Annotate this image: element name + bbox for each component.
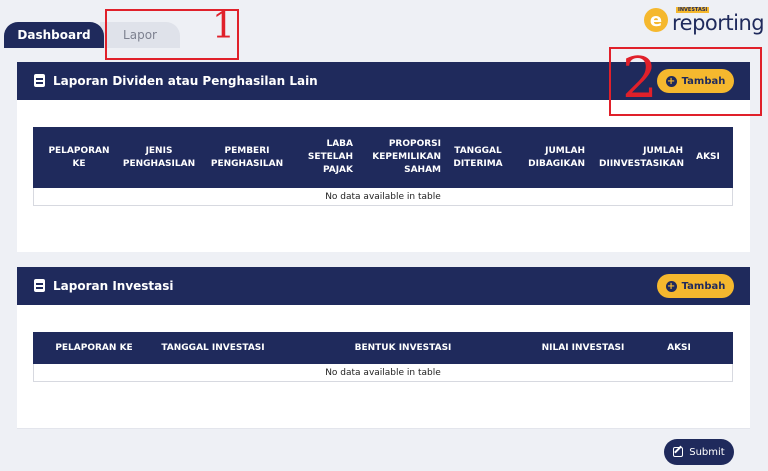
col-tanggal-diterima[interactable]: TANGGAL DITERIMA [451, 145, 505, 171]
dividen-table-header: PELAPORAN KE JENIS PENGHASILAN PEMBERI PENG… [33, 127, 733, 188]
col-pelaporan-ke[interactable]: PELAPORAN KE [49, 342, 139, 355]
investasi-add-button[interactable]: + Tambah [657, 274, 734, 298]
investasi-table: PELAPORAN KE TANGGAL INVESTASI BENTUK IN… [33, 332, 733, 382]
col-aksi[interactable]: AKSI [659, 342, 699, 355]
col-pemberi-penghasilan[interactable]: PEMBERI PENGHASILAN [205, 145, 289, 171]
col-jumlah-dibagikan[interactable]: JUMLAH DIBAGIKAN [523, 145, 585, 171]
col-aksi[interactable]: AKSI [693, 151, 723, 164]
logo-text: reporting [672, 11, 765, 35]
investasi-table-header: PELAPORAN KE TANGGAL INVESTASI BENTUK IN… [33, 332, 733, 364]
tab-dashboard-label: Dashboard [17, 28, 91, 42]
plus-circle-icon: + [665, 280, 677, 292]
logo-mark: e [644, 8, 668, 32]
dividen-table: PELAPORAN KE JENIS PENGHASILAN PEMBERI PENG… [33, 127, 733, 206]
col-nilai-investasi[interactable]: NILAI INVESTASI [533, 342, 633, 355]
col-bentuk-investasi[interactable]: BENTUK INVESTASI [343, 342, 463, 355]
footer-divider [17, 428, 750, 429]
annotation-number-1: 1 [212, 6, 235, 47]
investasi-card-title: Laporan Investasi [53, 279, 174, 293]
annotation-number-2: 2 [622, 46, 658, 111]
investasi-card: Laporan Investasi + Tambah PELAPORAN KE … [17, 267, 750, 428]
submit-button[interactable]: Submit [664, 439, 734, 465]
submit-button-label: Submit [689, 446, 725, 458]
tab-dashboard[interactable]: Dashboard [4, 22, 104, 48]
document-icon [34, 279, 45, 292]
ereporting-logo: e INVESTASI reporting [644, 6, 765, 36]
col-jumlah-diinvestasikan[interactable]: JUMLAH DIINVESTASIKAN [599, 145, 684, 171]
col-laba-setelah-pajak[interactable]: LABA SETELAH PAJAK [303, 138, 353, 177]
col-jenis-penghasilan[interactable]: JENIS PENGHASILAN [119, 145, 199, 171]
investasi-card-header: Laporan Investasi + Tambah [17, 267, 750, 305]
dividen-card-title: Laporan Dividen atau Penghasilan Lain [53, 74, 318, 88]
col-tanggal-investasi[interactable]: TANGGAL INVESTASI [153, 342, 273, 355]
dividen-empty-row: No data available in table [33, 188, 733, 206]
investasi-empty-row: No data available in table [33, 364, 733, 382]
document-icon [34, 74, 45, 87]
investasi-add-button-label: Tambah [681, 280, 726, 292]
edit-icon [673, 447, 684, 457]
col-pelaporan-ke[interactable]: PELAPORAN KE [45, 145, 113, 171]
col-proporsi-kepemilikan-saham[interactable]: PROPORSI KEPEMILIKAN SAHAM [361, 138, 441, 177]
